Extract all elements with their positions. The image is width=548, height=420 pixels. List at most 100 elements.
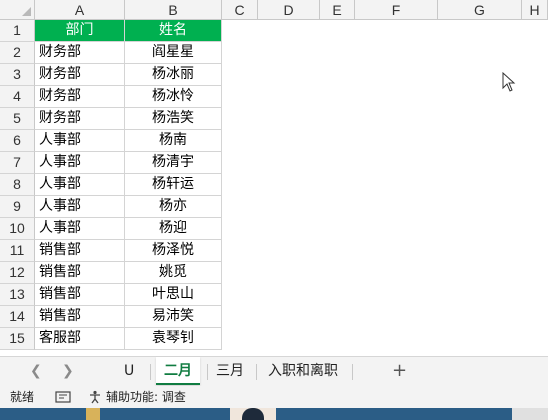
add-sheet-button[interactable]: +	[384, 357, 415, 385]
name-header-cell[interactable]: 姓名	[125, 20, 222, 42]
row-header[interactable]: 9	[0, 196, 35, 218]
name-cell[interactable]: 姚觅	[125, 262, 222, 284]
dept-cell[interactable]: 销售部	[35, 284, 125, 306]
empty-cell[interactable]	[222, 20, 258, 42]
row-header[interactable]: 11	[0, 240, 35, 262]
column-header-g[interactable]: G	[438, 0, 522, 20]
row-header[interactable]: 4	[0, 86, 35, 108]
empty-cell[interactable]	[438, 42, 522, 64]
empty-cell[interactable]	[320, 86, 355, 108]
row-header[interactable]: 13	[0, 284, 35, 306]
empty-cell[interactable]	[222, 240, 258, 262]
empty-cell[interactable]	[222, 130, 258, 152]
dept-cell[interactable]: 销售部	[35, 240, 125, 262]
empty-cell[interactable]	[355, 174, 438, 196]
empty-cell[interactable]	[258, 196, 320, 218]
empty-cell[interactable]	[258, 306, 320, 328]
empty-cell[interactable]	[438, 284, 522, 306]
row-header[interactable]: 7	[0, 152, 35, 174]
empty-cell[interactable]	[320, 108, 355, 130]
empty-cell[interactable]	[320, 306, 355, 328]
empty-cell[interactable]	[258, 42, 320, 64]
row-header[interactable]: 6	[0, 130, 35, 152]
empty-cell[interactable]	[522, 42, 548, 64]
column-header-h[interactable]: H	[522, 0, 548, 20]
name-cell[interactable]: 易沛笑	[125, 306, 222, 328]
empty-cell[interactable]	[222, 284, 258, 306]
tab-onboard-offboard[interactable]: 入职和离职	[260, 357, 346, 385]
dept-cell[interactable]: 销售部	[35, 262, 125, 284]
empty-cell[interactable]	[258, 218, 320, 240]
empty-cell[interactable]	[355, 306, 438, 328]
row-header[interactable]: 1	[0, 20, 35, 42]
empty-cell[interactable]	[522, 328, 548, 350]
empty-cell[interactable]	[222, 262, 258, 284]
empty-cell[interactable]	[522, 262, 548, 284]
empty-cell[interactable]	[258, 64, 320, 86]
name-cell[interactable]: 杨冰怜	[125, 86, 222, 108]
empty-cell[interactable]	[438, 328, 522, 350]
empty-cell[interactable]	[522, 130, 548, 152]
empty-cell[interactable]	[320, 152, 355, 174]
empty-cell[interactable]	[438, 306, 522, 328]
empty-cell[interactable]	[320, 328, 355, 350]
status-accessibility[interactable]: 辅助功能: 调查	[106, 386, 186, 408]
empty-cell[interactable]	[522, 196, 548, 218]
name-cell[interactable]: 阎星星	[125, 42, 222, 64]
empty-cell[interactable]	[222, 86, 258, 108]
empty-cell[interactable]	[258, 262, 320, 284]
empty-cell[interactable]	[355, 86, 438, 108]
empty-cell[interactable]	[355, 152, 438, 174]
column-header-f[interactable]: F	[355, 0, 438, 20]
dept-cell[interactable]: 财务部	[35, 42, 125, 64]
tab-march[interactable]: 三月	[208, 357, 252, 385]
empty-cell[interactable]	[258, 108, 320, 130]
column-header-b[interactable]: B	[125, 0, 222, 20]
empty-cell[interactable]	[522, 174, 548, 196]
macro-record-icon[interactable]	[55, 391, 71, 403]
empty-cell[interactable]	[355, 64, 438, 86]
row-header[interactable]: 2	[0, 42, 35, 64]
empty-cell[interactable]	[222, 108, 258, 130]
empty-cell[interactable]	[355, 130, 438, 152]
dept-cell[interactable]: 财务部	[35, 108, 125, 130]
empty-cell[interactable]	[222, 306, 258, 328]
empty-cell[interactable]	[438, 240, 522, 262]
row-header[interactable]: 8	[0, 174, 35, 196]
empty-cell[interactable]	[258, 328, 320, 350]
name-cell[interactable]: 杨浩笑	[125, 108, 222, 130]
dept-cell[interactable]: 财务部	[35, 64, 125, 86]
dept-cell[interactable]: 人事部	[35, 218, 125, 240]
column-header-e[interactable]: E	[320, 0, 355, 20]
empty-cell[interactable]	[258, 284, 320, 306]
empty-cell[interactable]	[438, 174, 522, 196]
name-cell[interactable]: 杨轩运	[125, 174, 222, 196]
dept-cell[interactable]: 财务部	[35, 86, 125, 108]
empty-cell[interactable]	[222, 174, 258, 196]
dept-cell[interactable]: 销售部	[35, 306, 125, 328]
name-cell[interactable]: 杨南	[125, 130, 222, 152]
row-header[interactable]: 12	[0, 262, 35, 284]
row-header[interactable]: 5	[0, 108, 35, 130]
empty-cell[interactable]	[355, 218, 438, 240]
empty-cell[interactable]	[320, 196, 355, 218]
row-header[interactable]: 14	[0, 306, 35, 328]
empty-cell[interactable]	[320, 64, 355, 86]
name-cell[interactable]: 杨清宇	[125, 152, 222, 174]
empty-cell[interactable]	[438, 130, 522, 152]
empty-cell[interactable]	[222, 42, 258, 64]
empty-cell[interactable]	[355, 196, 438, 218]
accessibility-icon[interactable]	[88, 390, 102, 404]
empty-cell[interactable]	[320, 240, 355, 262]
empty-cell[interactable]	[222, 64, 258, 86]
empty-cell[interactable]	[438, 152, 522, 174]
empty-cell[interactable]	[258, 86, 320, 108]
empty-cell[interactable]	[320, 42, 355, 64]
empty-cell[interactable]	[438, 196, 522, 218]
name-cell[interactable]: 袁琴钊	[125, 328, 222, 350]
empty-cell[interactable]	[320, 174, 355, 196]
name-cell[interactable]: 叶思山	[125, 284, 222, 306]
empty-cell[interactable]	[222, 196, 258, 218]
empty-cell[interactable]	[355, 328, 438, 350]
dept-cell[interactable]: 人事部	[35, 174, 125, 196]
